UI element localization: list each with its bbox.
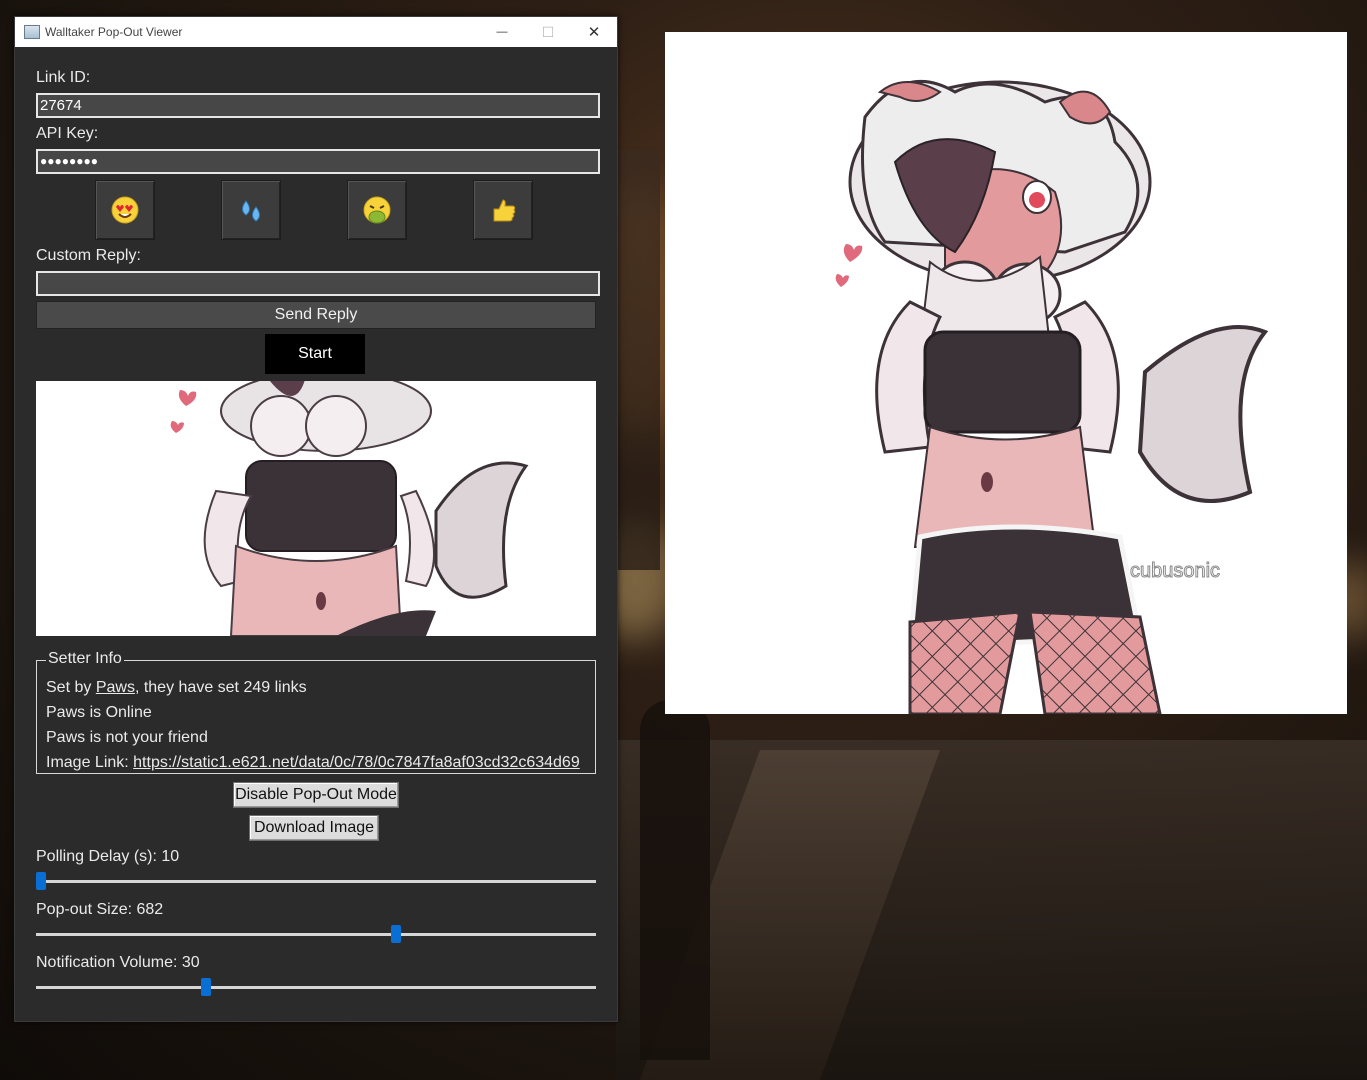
- link-id-label: Link ID:: [36, 69, 91, 86]
- setter-summary-suffix: , they have set 249 links: [134, 679, 307, 696]
- close-icon: ✕: [587, 24, 601, 41]
- online-status: Paws is Online: [46, 704, 152, 721]
- image-link-row: Image Link: https://static1.e621.net/dat…: [46, 754, 587, 774]
- download-image-button[interactable]: Download Image: [249, 815, 379, 841]
- polling-delay-handle[interactable]: [36, 872, 46, 890]
- reaction-button-disgust[interactable]: [347, 180, 407, 240]
- polling-delay-label: Polling Delay (s): 10: [36, 848, 180, 865]
- send-reply-button[interactable]: Send Reply: [36, 301, 596, 329]
- app-window: Walltaker Pop-Out Viewer — ☐ ✕ Link ID: …: [14, 16, 618, 1022]
- ranger-figure: [640, 700, 710, 1060]
- popout-image-window: cubusonic: [665, 32, 1347, 714]
- custom-reply-input[interactable]: [36, 271, 600, 296]
- minimize-button[interactable]: —: [479, 17, 525, 47]
- popout-size-slider[interactable]: [36, 925, 596, 943]
- start-button[interactable]: Start: [265, 334, 365, 374]
- heart-eyes-icon: [111, 196, 139, 224]
- friend-status: Paws is not your friend: [46, 729, 208, 746]
- maximize-button[interactable]: ☐: [525, 17, 571, 47]
- setter-summary: Set by Paws, they have set 249 links: [46, 679, 307, 697]
- notification-volume-label: Notification Volume: 30: [36, 954, 200, 971]
- api-key-input[interactable]: ●●●●●●●●: [36, 149, 600, 174]
- setter-info-group: Setter Info Set by Paws, they have set 2…: [36, 650, 596, 774]
- preview-image: [36, 381, 596, 636]
- image-link-label: Image Link:: [46, 754, 134, 771]
- notification-volume-slider[interactable]: [36, 978, 596, 996]
- setter-info-legend: Setter Info: [46, 650, 124, 668]
- artist-watermark: cubusonic: [1130, 560, 1220, 582]
- disable-popout-button[interactable]: Disable Pop-Out Mode: [233, 782, 399, 808]
- reaction-button-thumbs-up[interactable]: [473, 180, 533, 240]
- minimize-icon: —: [496, 26, 508, 38]
- maximize-icon: ☐: [541, 23, 555, 40]
- window-title: Walltaker Pop-Out Viewer: [45, 25, 183, 39]
- app-icon: [24, 25, 40, 39]
- setter-summary-prefix: Set by: [46, 679, 96, 696]
- popout-artwork: cubusonic: [835, 79, 1269, 714]
- polling-delay-slider[interactable]: [36, 872, 596, 890]
- link-id-input[interactable]: 27674: [36, 93, 600, 118]
- reaction-button-came[interactable]: [221, 180, 281, 240]
- reaction-button-horny[interactable]: [95, 180, 155, 240]
- notification-volume-handle[interactable]: [201, 978, 211, 996]
- sweat-droplets-icon: [242, 200, 260, 222]
- nauseated-face-icon: [363, 196, 391, 224]
- thumbs-up-icon: [493, 199, 516, 222]
- custom-reply-label: Custom Reply:: [36, 247, 141, 264]
- popout-size-label: Pop-out Size: 682: [36, 901, 164, 918]
- api-key-label: API Key:: [36, 125, 99, 142]
- title-bar[interactable]: Walltaker Pop-Out Viewer — ☐ ✕: [15, 17, 617, 47]
- setter-name-link[interactable]: Paws: [96, 679, 135, 696]
- close-button[interactable]: ✕: [571, 17, 617, 47]
- image-link-url[interactable]: https://static1.e621.net/data/0c/78/0c78…: [133, 754, 580, 771]
- popout-size-handle[interactable]: [390, 925, 401, 943]
